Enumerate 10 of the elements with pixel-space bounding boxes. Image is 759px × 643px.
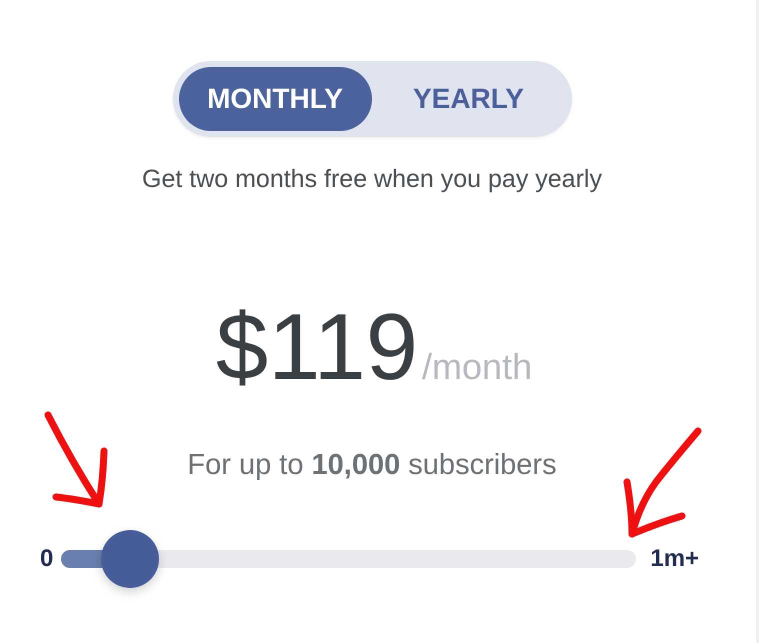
slider-track[interactable] [61,550,636,568]
slider-thumb[interactable] [101,530,160,588]
subscribers-text: For up to 10,000 subscribers [187,448,557,482]
price-period: /month [422,349,532,385]
price-amount: $119 [216,300,418,394]
promo-text: Get two months free when you pay yearly [142,164,602,194]
slider-min-label: 0 [40,547,54,571]
billing-option-tab[interactable]: YEARLY [372,67,566,131]
billing-option-tab[interactable]: MONTHLY [178,67,372,131]
slider-max-label: 1m+ [650,547,700,571]
